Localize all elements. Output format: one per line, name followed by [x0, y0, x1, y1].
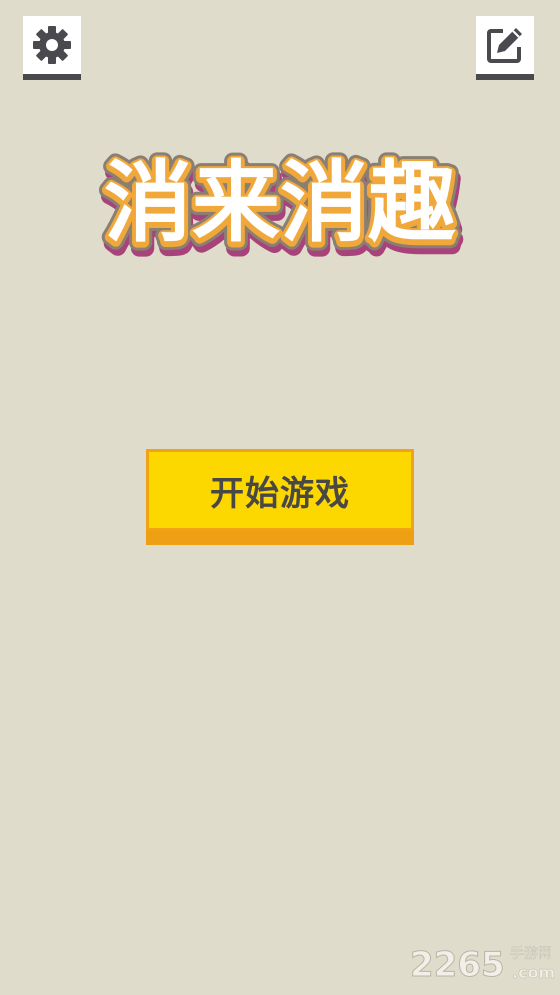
start-game-button[interactable]: 开始游戏	[146, 449, 414, 545]
watermark-cn: 手游网	[510, 946, 552, 962]
start-button-shadow	[146, 531, 414, 545]
site-watermark: 2265 手游网 .com	[410, 938, 560, 988]
watermark-number: 2265	[410, 945, 505, 985]
game-title: 消来消趣 消来消趣 消来消趣 消来消趣	[0, 133, 560, 273]
title-text: 消来消趣	[104, 151, 456, 254]
start-button-label: 开始游戏	[210, 473, 350, 514]
settings-button[interactable]	[23, 16, 81, 80]
gear-icon	[30, 23, 74, 67]
edit-button[interactable]	[476, 16, 534, 80]
watermark-domain: .com	[512, 963, 555, 982]
start-button-face[interactable]: 开始游戏	[146, 449, 414, 531]
edit-icon	[483, 23, 527, 67]
